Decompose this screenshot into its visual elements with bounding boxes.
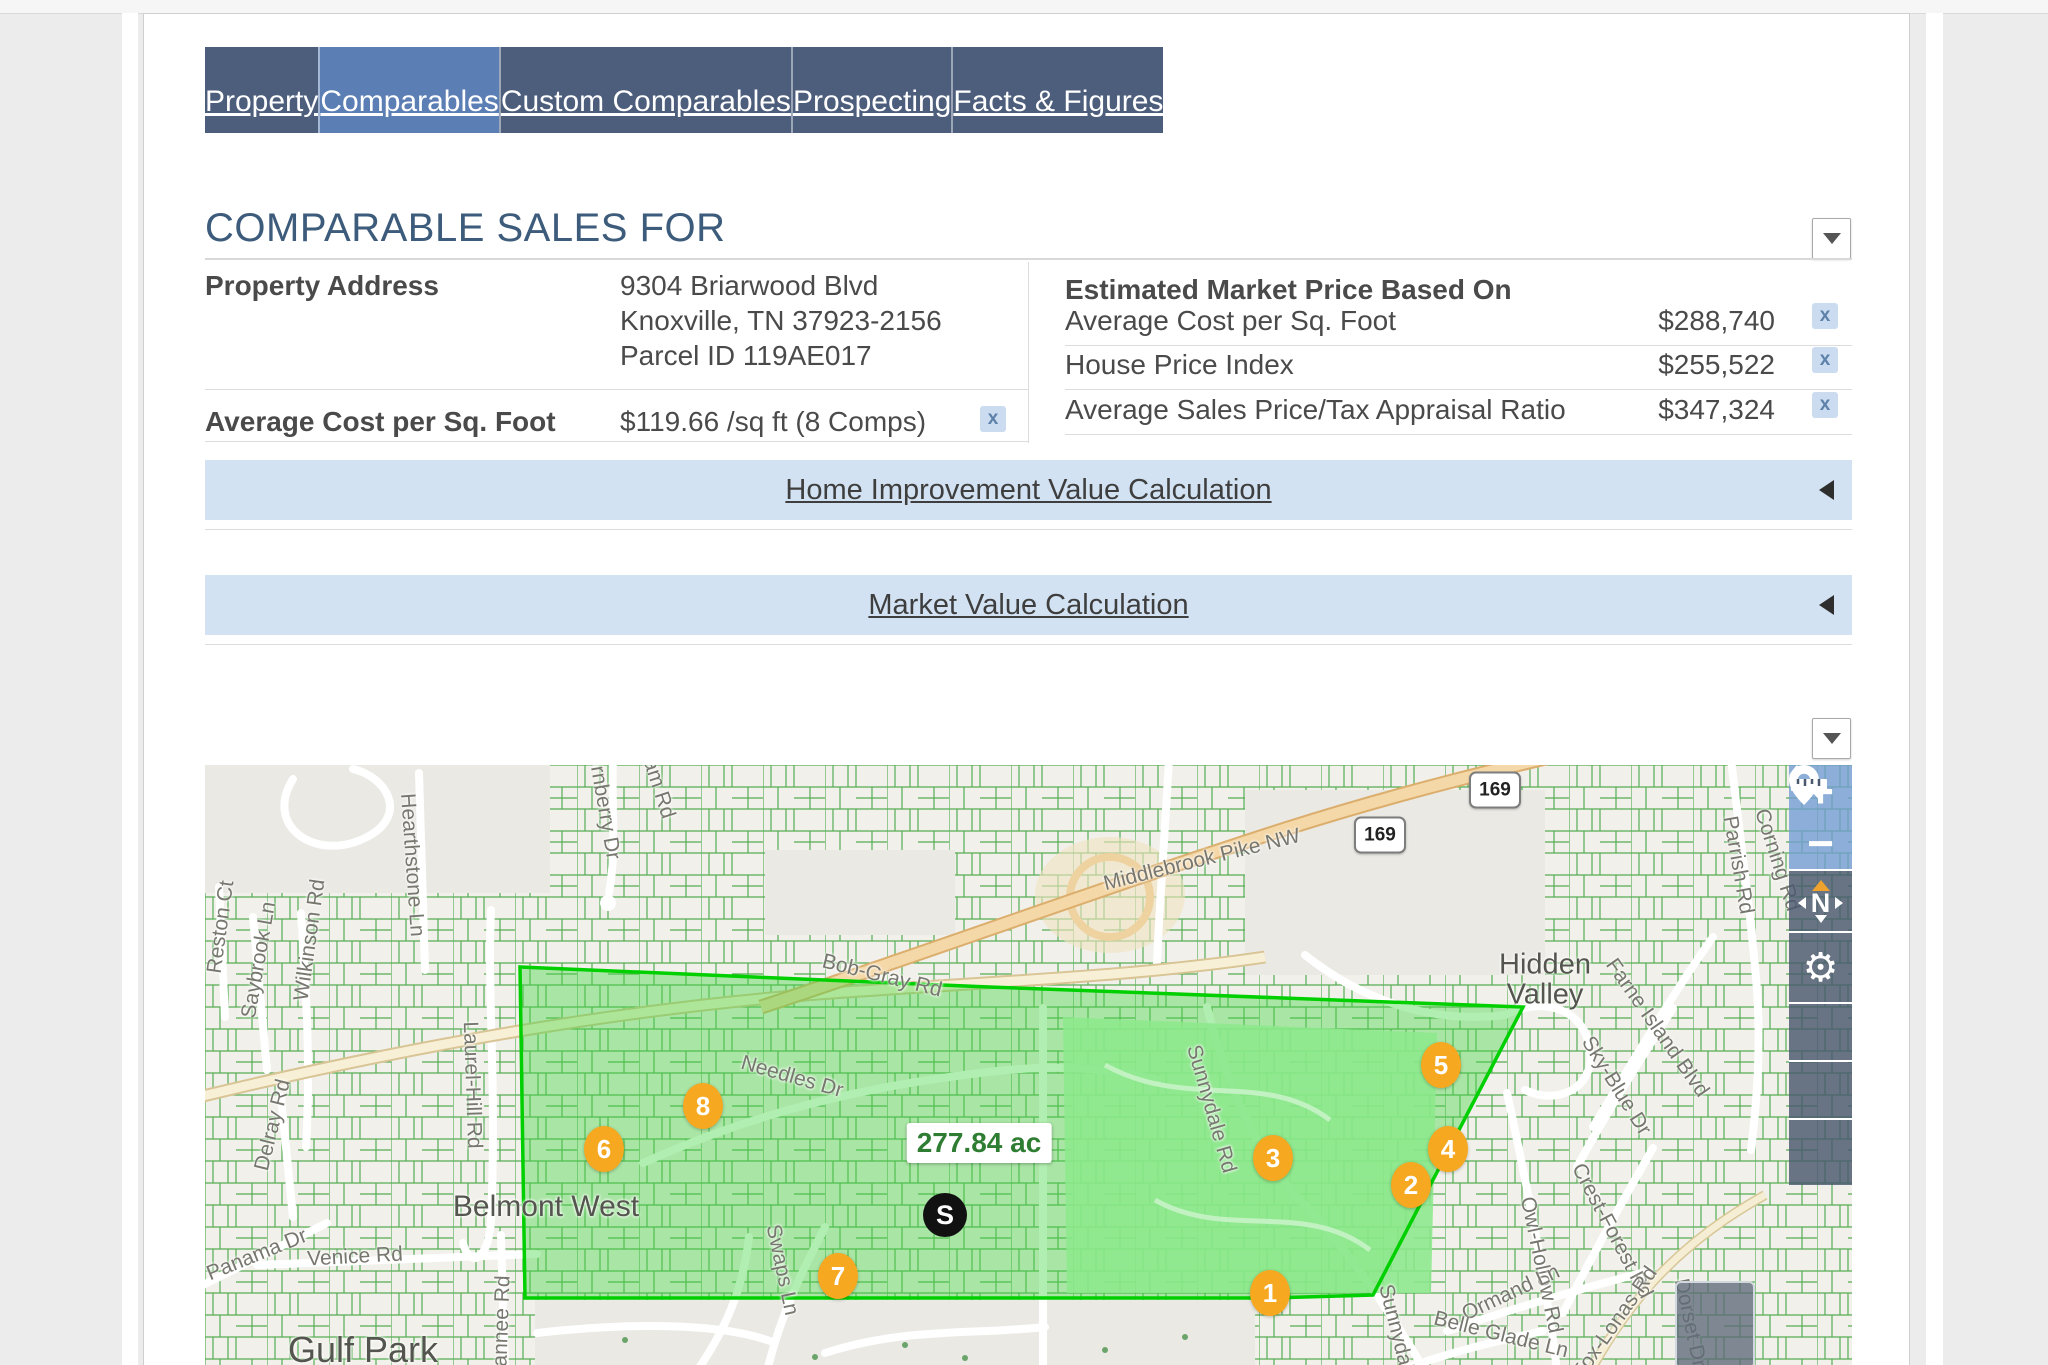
remove-estimate-button[interactable]: x (1812, 392, 1838, 418)
tab-label: Prospecting (793, 85, 951, 133)
market-price-row: Average Sales Price/Tax Appraisal Ratio … (1065, 390, 1852, 435)
address-line: Parcel ID 119AE017 (620, 340, 872, 372)
left-row-divider (205, 389, 1028, 390)
pan-west-icon (1798, 897, 1806, 909)
compass-pan-control[interactable]: N (1789, 869, 1852, 931)
map-collapse-button[interactable] (1812, 718, 1851, 759)
market-row-value: $255,522 (1565, 349, 1775, 381)
map-measure-button[interactable] (1789, 1118, 1852, 1185)
remove-estimate-button[interactable]: x (1812, 303, 1838, 329)
highway-shield-169: 169 (1354, 817, 1406, 854)
pan-east-icon (1835, 897, 1843, 909)
minus-icon: − (1807, 820, 1834, 866)
map[interactable]: Middlebrook Pike NWBob-Gray RdNeedles Dr… (205, 765, 1852, 1365)
market-value-section-header[interactable]: Market Value Calculation (205, 575, 1852, 635)
tab-label: Custom Comparables (501, 85, 791, 133)
tab-bar: PropertyComparablesCustom ComparablesPro… (205, 47, 1852, 133)
comp-marker[interactable]: 1 (1250, 1270, 1290, 1316)
home-improvement-section-header[interactable]: Home Improvement Value Calculation (205, 460, 1852, 520)
home-improvement-title: Home Improvement Value Calculation (785, 474, 1271, 507)
selected-area-label: 277.84 ac (907, 1123, 1052, 1163)
remove-avg-cost-button[interactable]: x (980, 406, 1006, 432)
summary-collapse-button[interactable] (1812, 218, 1851, 259)
north-label: N (1811, 891, 1831, 915)
tab[interactable]: Property (205, 47, 318, 133)
avg-cost-value: $119.66 /sq ft (8 Comps) (620, 406, 926, 438)
overview-map-toggle[interactable] (1675, 1281, 1755, 1365)
column-divider (1028, 262, 1029, 443)
tab-label: Facts & Figures (953, 85, 1163, 133)
place-label: Hidden (1499, 949, 1591, 982)
road-label: Laurel-Hill Rd (458, 1021, 486, 1149)
gear-icon: ⚙ (1803, 948, 1839, 988)
road-label: annee Rd (488, 1275, 515, 1365)
heading-divider (205, 258, 1852, 260)
market-row-value: $288,740 (1565, 305, 1775, 337)
market-row-label: Average Sales Price/Tax Appraisal Ratio (1065, 394, 1566, 426)
collapse-arrow-icon (1819, 595, 1834, 615)
map-controls: + − N ⚙ (1789, 765, 1852, 1185)
section-divider (205, 644, 1852, 645)
comp-marker[interactable]: 6 (584, 1126, 624, 1172)
left-row-divider (205, 441, 1028, 442)
chevron-down-icon (1823, 733, 1841, 744)
place-label: Valley (1507, 979, 1584, 1012)
map-search-button[interactable] (1789, 1060, 1852, 1118)
subject-marker[interactable]: S (923, 1193, 967, 1237)
comp-marker[interactable]: 2 (1391, 1162, 1431, 1208)
page-title: COMPARABLE SALES FOR (205, 206, 726, 251)
market-row-label: House Price Index (1065, 349, 1294, 381)
tab-label: Property (205, 85, 318, 133)
market-row-label: Average Cost per Sq. Foot (1065, 305, 1396, 337)
tab[interactable]: Facts & Figures (951, 47, 1163, 133)
page-top-border (0, 0, 2048, 14)
market-row-value: $347,324 (1565, 394, 1775, 426)
place-label: Belmont West (453, 1190, 639, 1224)
tab[interactable]: Comparables (318, 47, 498, 133)
remove-estimate-button[interactable]: x (1812, 347, 1838, 373)
address-line: 9304 Briarwood Blvd (620, 270, 878, 302)
section-divider (205, 529, 1852, 530)
tab[interactable]: Prospecting (791, 47, 951, 133)
pan-south-icon (1815, 915, 1827, 923)
market-price-row: Average Cost per Sq. Foot $288,740 x (1065, 301, 1852, 346)
tab-label: Comparables (320, 85, 498, 133)
tab[interactable]: Custom Comparables (499, 47, 791, 133)
zoom-out-button[interactable]: − (1789, 817, 1852, 869)
avg-cost-label: Average Cost per Sq. Foot (205, 406, 556, 438)
comp-marker[interactable]: 7 (818, 1253, 858, 1299)
collapse-arrow-icon (1819, 480, 1834, 500)
page-left-gutter (122, 13, 138, 1365)
highway-shield-169: 169 (1469, 772, 1521, 809)
page-right-gutter (1926, 13, 1943, 1365)
comp-marker[interactable]: 4 (1428, 1126, 1468, 1172)
comp-marker[interactable]: 5 (1421, 1042, 1461, 1088)
ruler-icon (1789, 765, 1829, 795)
comp-marker[interactable]: 8 (683, 1083, 723, 1129)
comp-marker[interactable]: 3 (1253, 1135, 1293, 1181)
place-label: Gulf Park (288, 1329, 438, 1365)
address-line: Knoxville, TN 37923-2156 (620, 305, 942, 337)
map-locate-button[interactable] (1789, 1002, 1852, 1060)
market-price-row: House Price Index $255,522 x (1065, 345, 1852, 390)
chevron-down-icon (1823, 233, 1841, 244)
market-value-title: Market Value Calculation (868, 589, 1188, 622)
map-settings-button[interactable]: ⚙ (1789, 931, 1852, 1002)
road-label: Venice Rd (307, 1243, 404, 1272)
property-address-label: Property Address (205, 270, 439, 302)
